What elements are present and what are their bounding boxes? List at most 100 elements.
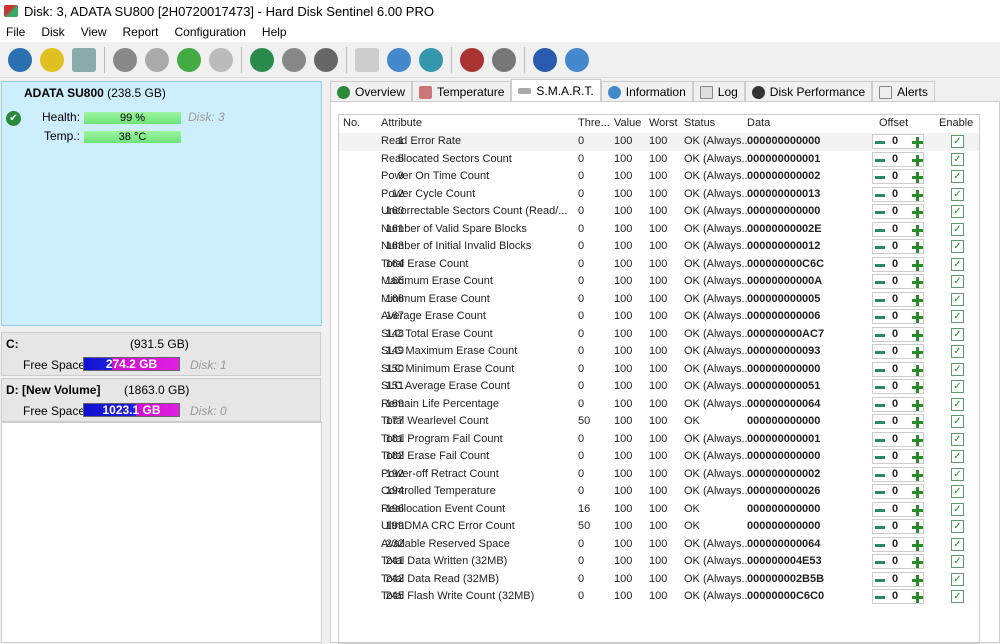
table-row[interactable]: 232 Available Reserved Space 0 100 100 OK (Al… (339, 536, 979, 554)
disk-icon[interactable] (72, 47, 96, 72)
network-icon[interactable] (282, 47, 306, 72)
table-row[interactable]: 194 Controlled Temperature 0 100 100 OK (Alwa… (339, 483, 979, 501)
minus-button[interactable] (875, 596, 885, 599)
table-row[interactable]: 12 Power Cycle Count 0 100 100 OK (Always... 0… (339, 186, 979, 204)
table-row[interactable]: 164 Total Erase Count 0 100 100 OK (Always...… (339, 256, 979, 274)
col-value[interactable]: Value (614, 117, 641, 129)
table-row[interactable]: 9 Power On Time Count 0 100 100 OK (Always...… (339, 168, 979, 186)
offset-value[interactable]: 0 (892, 415, 898, 427)
disk-check-icon[interactable] (177, 47, 201, 72)
minus-button[interactable] (875, 508, 885, 512)
table-row[interactable]: 165 Maximum Erase Count 0 100 100 OK (Always.… (339, 273, 979, 291)
minus-button[interactable] (875, 351, 885, 354)
enable-checkbox[interactable]: ✓ (951, 222, 964, 236)
minus-button[interactable] (875, 578, 885, 582)
offset-value[interactable]: 0 (892, 380, 898, 392)
enable-checkbox[interactable]: ✓ (951, 485, 964, 498)
enable-checkbox[interactable]: ✓ (951, 240, 964, 253)
table-row[interactable]: 5 Reallocated Sectors Count 0 100 100 OK (Alw… (339, 151, 979, 169)
enable-checkbox[interactable]: ✓ (951, 520, 964, 533)
minus-button[interactable] (875, 543, 885, 547)
enable-checkbox[interactable]: ✓ (951, 432, 964, 446)
tab-log[interactable]: Log (692, 81, 745, 102)
col-enable[interactable]: Enable (939, 117, 973, 129)
offset-value[interactable]: 0 (892, 398, 898, 410)
minus-button[interactable] (875, 158, 885, 162)
enable-checkbox[interactable]: ✓ (951, 135, 964, 148)
offset-value[interactable]: 0 (892, 450, 898, 462)
table-row[interactable]: 161 Number of Valid Spare Blocks 0 100 100 OK… (339, 221, 979, 239)
minus-button[interactable] (875, 456, 885, 459)
offset-value[interactable]: 0 (892, 538, 898, 550)
offset-value[interactable]: 0 (892, 345, 898, 357)
report-icon[interactable] (355, 47, 379, 72)
minus-button[interactable] (875, 298, 885, 302)
menu-help[interactable]: Help (262, 25, 287, 39)
offset-value[interactable]: 0 (892, 468, 898, 480)
enable-checkbox[interactable]: ✓ (951, 467, 964, 481)
table-row[interactable]: 182 Total Erase Fail Count 0 100 100 OK (Alwa… (339, 448, 979, 466)
offset-value[interactable]: 0 (892, 153, 898, 165)
offset-value[interactable]: 0 (892, 223, 898, 235)
minus-button[interactable] (875, 526, 885, 529)
table-row[interactable]: 169 Remain Life Percentage 0 100 100 OK (Alwa… (339, 396, 979, 414)
offset-value[interactable]: 0 (892, 555, 898, 567)
col-no[interactable]: No. (343, 117, 360, 129)
table-row[interactable]: 242 Total Data Read (32MB) 0 100 100 OK (Alwa… (339, 571, 979, 589)
enable-checkbox[interactable]: ✓ (951, 572, 964, 586)
minus-button[interactable] (875, 211, 885, 214)
table-row[interactable]: 196 Reallocation Event Count 16 100 100 OK 000… (339, 501, 979, 519)
table-row[interactable]: 149 SLC Maximum Erase Count 0 100 100 OK (Alw… (339, 343, 979, 361)
col-status[interactable]: Status (684, 117, 715, 129)
tab-overview[interactable]: Overview (330, 81, 413, 102)
offset-value[interactable]: 0 (892, 205, 898, 217)
offset-value[interactable]: 0 (892, 520, 898, 532)
offset-value[interactable]: 0 (892, 275, 898, 287)
minus-button[interactable] (875, 246, 885, 249)
enable-checkbox[interactable]: ✓ (951, 555, 964, 568)
disk-panel[interactable]: ADATA SU800 (238.5 GB) ✔ Health: 99 % Di… (1, 81, 322, 326)
enable-checkbox[interactable]: ✓ (951, 327, 964, 341)
offset-value[interactable]: 0 (892, 573, 898, 585)
enable-checkbox[interactable]: ✓ (951, 345, 964, 358)
table-row[interactable]: 167 Average Erase Count 0 100 100 OK (Always.… (339, 308, 979, 326)
enable-checkbox[interactable]: ✓ (951, 450, 964, 463)
table-row[interactable]: 151 SLC Average Erase Count 0 100 100 OK (Alw… (339, 378, 979, 396)
minus-button[interactable] (875, 561, 885, 564)
enable-checkbox[interactable]: ✓ (951, 152, 964, 166)
col-threshold[interactable]: Thre... (578, 117, 610, 129)
refresh-icon[interactable] (8, 47, 32, 72)
tab-alerts[interactable]: Alerts (872, 81, 935, 102)
table-row[interactable]: 177 Total Wearlevel Count 50 100 100 OK 000000… (339, 413, 979, 431)
menu-report[interactable]: Report (122, 25, 158, 39)
minus-button[interactable] (875, 316, 885, 319)
help-icon[interactable] (533, 47, 557, 72)
minus-button[interactable] (875, 333, 885, 337)
minus-button[interactable] (875, 228, 885, 232)
minus-button[interactable] (875, 421, 885, 424)
offset-value[interactable]: 0 (892, 503, 898, 515)
enable-checkbox[interactable]: ✓ (951, 257, 964, 271)
table-row[interactable]: 192 Power-off Retract Count 0 100 100 OK (Alw… (339, 466, 979, 484)
tab-temperature[interactable]: Temperature (412, 81, 512, 102)
enable-checkbox[interactable]: ✓ (951, 537, 964, 551)
volume-d[interactable]: D: [New Volume] (1863.0 GB) Free Space 1… (1, 378, 321, 422)
computer-icon[interactable] (314, 47, 338, 72)
table-row[interactable]: 199 UltraDMA CRC Error Count 50 100 100 OK 000… (339, 518, 979, 536)
minus-button[interactable] (875, 368, 885, 372)
offset-value[interactable]: 0 (892, 258, 898, 270)
info-icon[interactable] (565, 47, 589, 72)
offset-value[interactable]: 0 (892, 433, 898, 445)
col-offset[interactable]: Offset (879, 117, 908, 129)
enable-checkbox[interactable]: ✓ (951, 590, 964, 603)
volume-c[interactable]: C: (931.5 GB) Free Space 274.2 GB Disk: … (1, 332, 321, 376)
menu-disk[interactable]: Disk (41, 25, 64, 39)
table-row[interactable]: 150 SLC Minimum Erase Count 0 100 100 OK (Alw… (339, 361, 979, 379)
globe-disk-icon[interactable] (250, 47, 274, 72)
offset-value[interactable]: 0 (892, 240, 898, 252)
enable-checkbox[interactable]: ✓ (951, 380, 964, 393)
minus-button[interactable] (875, 491, 885, 494)
offset-value[interactable]: 0 (892, 170, 898, 182)
offset-value[interactable]: 0 (892, 135, 898, 147)
minus-button[interactable] (875, 141, 885, 144)
